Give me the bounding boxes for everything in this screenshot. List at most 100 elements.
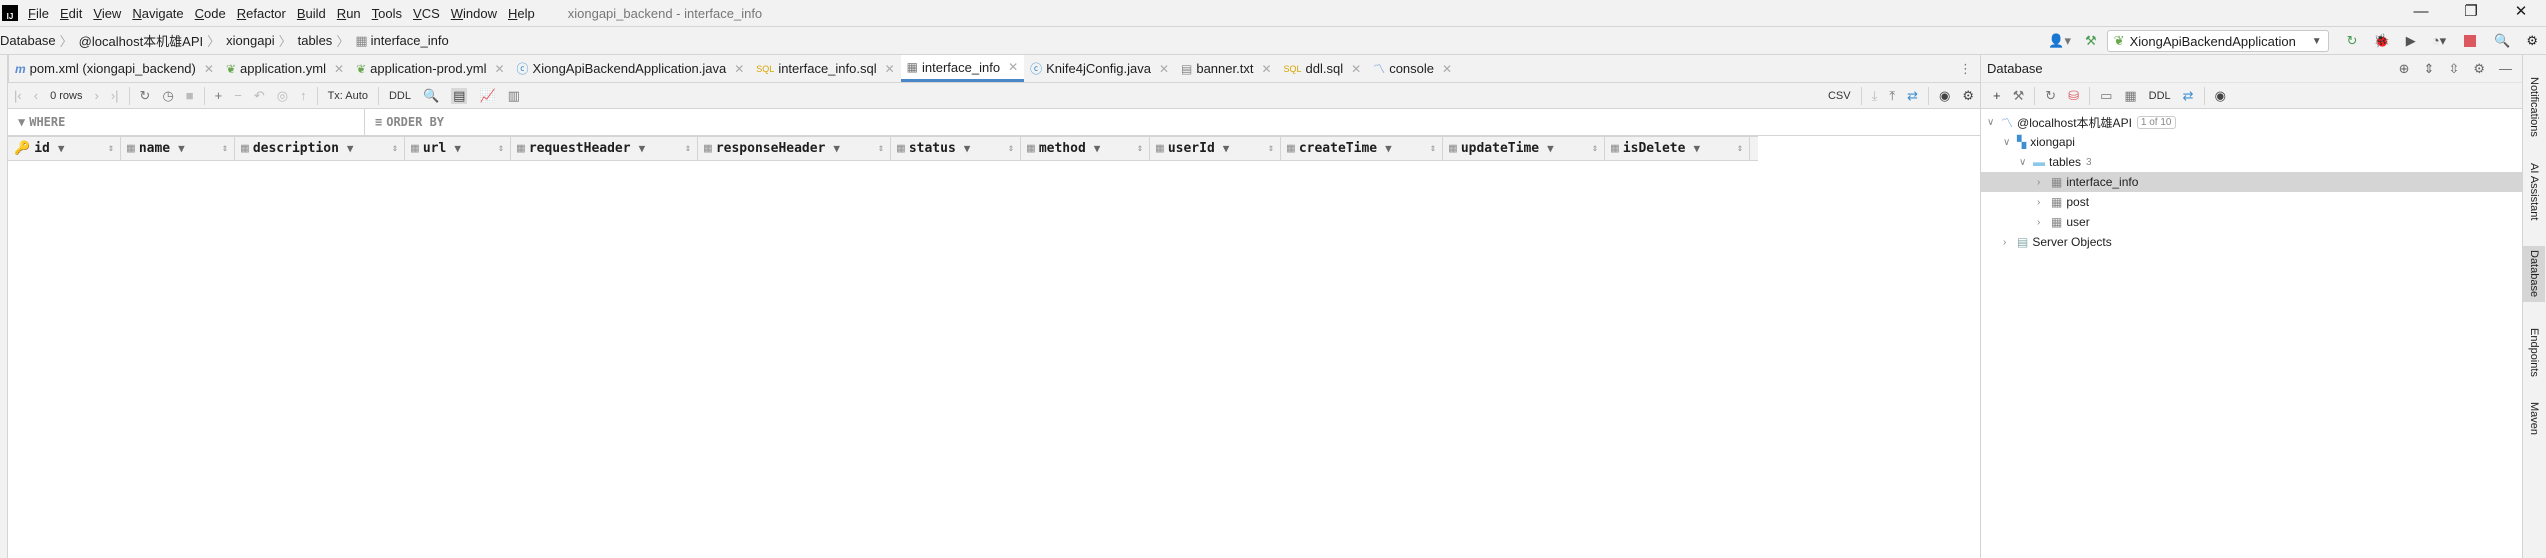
order-by-input[interactable]: ≡ ORDER BY: [365, 109, 444, 135]
sort-icon[interactable]: ⇕: [392, 143, 398, 154]
stop-icon[interactable]: [2464, 35, 2477, 47]
breadcrumb-table[interactable]: interface_info: [371, 33, 449, 48]
menu-build[interactable]: Build: [297, 6, 326, 21]
compare-icon[interactable]: ⇄: [2183, 88, 2194, 104]
column-header-method[interactable]: ▦ method ▼ ⇕: [1021, 137, 1150, 160]
debug-icon[interactable]: 🐞: [2374, 33, 2390, 49]
close-tab-icon[interactable]: ✕: [1261, 62, 1271, 76]
sort-icon[interactable]: ⇕: [222, 143, 228, 154]
settings-gear-icon[interactable]: ⚙: [2526, 33, 2538, 49]
menu-refactor[interactable]: Refactor: [237, 6, 286, 21]
preview-changes-icon[interactable]: ◎: [277, 88, 288, 104]
upload-icon[interactable]: ⤒: [1889, 88, 1895, 104]
run-config-dropdown[interactable]: ❦ XiongApiBackendApplication ▼: [2106, 30, 2329, 52]
notifications-tool[interactable]: Notifications: [2528, 77, 2540, 137]
tree-schema[interactable]: ∨ ▚ xiongapi: [1981, 132, 2522, 152]
build-hammer-icon[interactable]: ⚒: [2085, 33, 2097, 49]
disconnect-icon[interactable]: ⛁: [2068, 88, 2079, 104]
tab-interface-info-sql[interactable]: SQL interface_info.sql ✕: [750, 55, 900, 82]
chevron-right-icon[interactable]: ›: [2037, 217, 2051, 228]
download-icon[interactable]: ⤓: [1872, 88, 1878, 104]
last-page-icon[interactable]: ›|: [111, 88, 119, 103]
menu-vcs[interactable]: VCS: [413, 6, 440, 21]
column-header-userId[interactable]: ▦ userId ▼ ⇕: [1150, 137, 1281, 160]
chevron-down-icon[interactable]: ∨: [1987, 117, 2001, 128]
close-tab-icon[interactable]: ✕: [1442, 62, 1452, 76]
tab-knife4j-config[interactable]: ⓒ Knife4jConfig.java ✕: [1024, 55, 1175, 82]
locate-icon[interactable]: ⊕: [2399, 61, 2410, 77]
next-page-icon[interactable]: ›: [94, 88, 98, 103]
rows-count-dropdown[interactable]: 0 rows: [50, 90, 82, 102]
menu-view[interactable]: View: [93, 6, 121, 21]
ddl-button[interactable]: DDL: [389, 90, 411, 102]
filter-icon[interactable]: ▼: [347, 142, 354, 155]
column-header-updateTime[interactable]: ▦ updateTime ▼ ⇕: [1443, 137, 1605, 160]
chevron-right-icon[interactable]: ›: [2037, 197, 2051, 208]
query-history-icon[interactable]: ◷: [162, 88, 173, 104]
profile-icon[interactable]: ◔▾: [2432, 33, 2446, 49]
view-options-icon[interactable]: ◉: [1939, 88, 1950, 104]
chevron-right-icon[interactable]: ›: [2003, 237, 2017, 248]
breadcrumb-tables[interactable]: tables: [298, 33, 333, 48]
tree-table-user[interactable]: › ▦ user: [1981, 212, 2522, 232]
close-tab-icon[interactable]: ✕: [734, 62, 744, 76]
breadcrumb-connection[interactable]: @localhost本机雄API: [79, 31, 203, 50]
tab-banner-txt[interactable]: ▤ banner.txt ✕: [1175, 55, 1278, 82]
table-icon[interactable]: ▦: [2124, 88, 2136, 104]
compare-icon[interactable]: ⇄: [1907, 88, 1918, 104]
tree-tables-folder[interactable]: ∨ ▬ tables 3: [1981, 152, 2522, 172]
first-page-icon[interactable]: |‹: [14, 88, 22, 103]
schemas-badge[interactable]: 1 of 10: [2136, 115, 2176, 129]
sort-icon[interactable]: ⇕: [1137, 143, 1143, 154]
column-header-name[interactable]: ▦ name ▼ ⇕: [121, 137, 235, 160]
breadcrumb-schema[interactable]: xiongapi: [226, 33, 274, 48]
filter-icon[interactable]: ▼: [58, 142, 65, 155]
sort-icon[interactable]: ⇕: [1268, 143, 1274, 154]
filter-icon[interactable]: ▼: [639, 142, 646, 155]
refresh-icon[interactable]: ↻: [140, 88, 151, 104]
maven-tool[interactable]: Maven: [2528, 402, 2540, 435]
column-header-isDelete[interactable]: ▦ isDelete ▼ ⇕: [1605, 137, 1750, 160]
column-header-requestHeader[interactable]: ▦ requestHeader ▼ ⇕: [511, 137, 698, 160]
tree-connection[interactable]: ∨ 〽 @localhost本机雄API 1 of 10: [1981, 112, 2522, 132]
filter-icon[interactable]: ▼: [1547, 142, 1554, 155]
menu-edit[interactable]: Edit: [60, 6, 82, 21]
search-icon[interactable]: 🔍: [423, 88, 439, 104]
filter-icon[interactable]: ▼: [1693, 142, 1700, 155]
tab-ddl-sql[interactable]: SQL ddl.sql ✕: [1278, 55, 1368, 82]
column-header-description[interactable]: ▦ description ▼ ⇕: [235, 137, 405, 160]
ai-assistant-tool[interactable]: AI Assistant: [2528, 163, 2540, 220]
user-icon[interactable]: 👤▾: [2048, 33, 2071, 49]
chevron-right-icon[interactable]: ›: [2037, 177, 2051, 188]
filter-icon[interactable]: ▼: [833, 142, 840, 155]
filter-icon[interactable]: ▼: [178, 142, 185, 155]
close-icon[interactable]: ✕: [2496, 0, 2546, 27]
endpoints-tool[interactable]: Endpoints: [2528, 328, 2540, 377]
menu-help[interactable]: Help: [508, 6, 535, 21]
filter-icon[interactable]: ▼: [964, 142, 971, 155]
transaction-mode-dropdown[interactable]: Tx: Auto: [328, 90, 368, 102]
menu-window[interactable]: Window: [451, 6, 497, 21]
coverage-icon[interactable]: ▶: [2406, 33, 2416, 49]
tree-table-interface-info[interactable]: › ▦ interface_info: [1981, 172, 2522, 192]
close-tab-icon[interactable]: ✕: [1159, 62, 1169, 76]
settings-gear-icon[interactable]: ⚙: [1962, 88, 1974, 104]
view-options-icon[interactable]: ◉: [2215, 88, 2226, 104]
filter-icon[interactable]: ▼: [1223, 142, 1230, 155]
sort-icon[interactable]: ⇕: [685, 143, 691, 154]
database-tool[interactable]: Database: [2523, 246, 2545, 302]
tab-interface-info[interactable]: ▦ interface_info ✕: [900, 55, 1025, 82]
menu-tools[interactable]: Tools: [372, 6, 402, 21]
breadcrumb-database[interactable]: Database: [0, 33, 56, 48]
search-icon[interactable]: 🔍: [2494, 33, 2510, 49]
collapse-all-icon[interactable]: ⇳: [2448, 61, 2459, 77]
column-header-status[interactable]: ▦ status ▼ ⇕: [891, 137, 1021, 160]
more-tabs-icon[interactable]: ⋮: [1959, 61, 1972, 77]
tree-table-post[interactable]: › ▦ post: [1981, 192, 2522, 212]
chart-icon[interactable]: 📈: [479, 88, 495, 104]
close-tab-icon[interactable]: ✕: [1008, 60, 1018, 74]
prev-page-icon[interactable]: ‹: [34, 88, 38, 103]
data-source-properties-icon[interactable]: ⚒: [2013, 88, 2025, 104]
sort-icon[interactable]: ⇕: [498, 143, 504, 154]
where-filter-input[interactable]: ▼ WHERE: [8, 109, 365, 135]
